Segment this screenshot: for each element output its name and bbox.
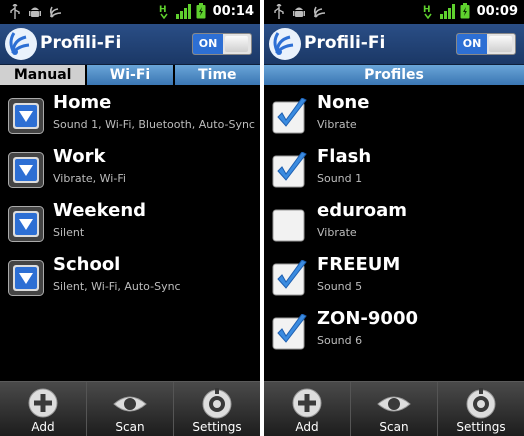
- android-icon: [28, 4, 42, 20]
- usb-icon: [272, 4, 286, 20]
- app-header: Profili-Fi ON: [264, 24, 524, 65]
- profile-subtitle: Vibrate, Wi-Fi: [53, 172, 126, 185]
- profile-subtitle: Sound 1: [317, 172, 363, 185]
- toggle-knob: [489, 36, 512, 52]
- hsdpa-icon: [158, 3, 170, 19]
- toggle-label: ON: [457, 34, 487, 54]
- settings-label: Settings: [192, 420, 242, 434]
- profile-title: FREEUM: [317, 254, 401, 275]
- profile-row-school[interactable]: School Silent, Wi-Fi, Auto-Sync: [0, 250, 260, 304]
- profile-subtitle: Silent, Wi-Fi, Auto-Sync: [53, 280, 181, 293]
- profile-list: Home Sound 1, Wi-Fi, Bluetooth, Auto-Syn…: [0, 88, 260, 304]
- profile-subtitle: Vibrate: [317, 118, 357, 131]
- wifi-profile-list: None Vibrate Flash Sound 1 eduroam Vibra…: [264, 88, 524, 358]
- settings-button[interactable]: Settings: [437, 382, 524, 436]
- tab-manual[interactable]: Manual: [0, 65, 86, 85]
- toggle-knob: [225, 36, 248, 52]
- app-title: Profili-Fi: [304, 33, 386, 53]
- checkbox-checked-icon[interactable]: [272, 260, 308, 296]
- profile-row-none[interactable]: None Vibrate: [264, 88, 524, 142]
- profile-title: eduroam: [317, 200, 408, 221]
- gear-icon: [465, 387, 497, 419]
- status-bar: 00:14: [0, 0, 260, 24]
- settings-button[interactable]: Settings: [173, 382, 260, 436]
- dropdown-icon[interactable]: [8, 206, 44, 242]
- profile-row-zon-9000[interactable]: ZON-9000 Sound 6: [264, 304, 524, 358]
- profile-title: Home: [53, 92, 112, 113]
- gear-icon: [201, 387, 233, 419]
- bottom-action-bar: Add Scan Settings: [0, 381, 260, 436]
- screen-profiles: 00:09 Profili-Fi ON Profiles None Vibrat…: [264, 0, 524, 436]
- app-logo-icon: [4, 27, 38, 61]
- toggle-label: ON: [193, 34, 223, 54]
- profile-row-flash[interactable]: Flash Sound 1: [264, 142, 524, 196]
- profile-row-freeum[interactable]: FREEUM Sound 5: [264, 250, 524, 304]
- clock: 00:09: [476, 3, 518, 19]
- profile-subtitle: Vibrate: [317, 226, 357, 239]
- profile-subtitle: Sound 6: [317, 334, 363, 347]
- clock: 00:14: [212, 3, 254, 19]
- scan-button[interactable]: Scan: [350, 382, 437, 436]
- enable-toggle[interactable]: ON: [192, 33, 252, 55]
- profile-title: Weekend: [53, 200, 147, 221]
- add-icon: [27, 387, 59, 419]
- enable-toggle[interactable]: ON: [456, 33, 516, 55]
- profile-title: Flash: [317, 146, 372, 167]
- usb-icon: [8, 4, 22, 20]
- add-button[interactable]: Add: [264, 382, 350, 436]
- checkbox-unchecked-icon[interactable]: [272, 206, 308, 242]
- add-label: Add: [295, 420, 319, 434]
- android-icon: [292, 4, 306, 20]
- scan-label: Scan: [379, 420, 409, 434]
- scan-button[interactable]: Scan: [86, 382, 173, 436]
- tab-bar: Manual Wi-Fi Time: [0, 65, 260, 85]
- profile-subtitle: Sound 1, Wi-Fi, Bluetooth, Auto-Sync: [53, 118, 255, 131]
- screen-manual: 00:14 Profili-Fi ON Manual Wi-Fi Time Ho…: [0, 0, 260, 436]
- profile-title: ZON-9000: [317, 308, 418, 329]
- app-title: Profili-Fi: [40, 33, 122, 53]
- app-notification-icon: [48, 4, 64, 20]
- tab-time[interactable]: Time: [174, 65, 260, 85]
- profile-row-home[interactable]: Home Sound 1, Wi-Fi, Bluetooth, Auto-Syn…: [0, 88, 260, 142]
- profile-row-work[interactable]: Work Vibrate, Wi-Fi: [0, 142, 260, 196]
- battery-icon: [460, 3, 470, 19]
- app-notification-icon: [312, 4, 328, 20]
- hsdpa-icon: [422, 3, 434, 19]
- tab-wifi[interactable]: Wi-Fi: [87, 65, 173, 85]
- profiles-header: Profiles: [264, 65, 524, 85]
- bottom-action-bar: Add Scan Settings: [264, 381, 524, 436]
- dropdown-icon[interactable]: [8, 98, 44, 134]
- eye-icon: [112, 390, 148, 418]
- checkbox-checked-icon[interactable]: [272, 314, 308, 350]
- dropdown-icon[interactable]: [8, 152, 44, 188]
- eye-icon: [376, 390, 412, 418]
- profile-row-eduroam[interactable]: eduroam Vibrate: [264, 196, 524, 250]
- add-button[interactable]: Add: [0, 382, 86, 436]
- status-bar: 00:09: [264, 0, 524, 24]
- checkbox-checked-icon[interactable]: [272, 98, 308, 134]
- checkbox-checked-icon[interactable]: [272, 152, 308, 188]
- add-icon: [291, 387, 323, 419]
- scan-label: Scan: [115, 420, 145, 434]
- app-logo-icon: [268, 27, 302, 61]
- signal-icon: [439, 3, 455, 19]
- profile-title: None: [317, 92, 370, 113]
- app-header: Profili-Fi ON: [0, 24, 260, 65]
- profile-row-weekend[interactable]: Weekend Silent: [0, 196, 260, 250]
- profile-subtitle: Sound 5: [317, 280, 363, 293]
- signal-icon: [175, 3, 191, 19]
- battery-icon: [196, 3, 206, 19]
- profile-subtitle: Silent: [53, 226, 85, 239]
- dropdown-icon[interactable]: [8, 260, 44, 296]
- profile-title: School: [53, 254, 121, 275]
- settings-label: Settings: [456, 420, 506, 434]
- add-label: Add: [31, 420, 55, 434]
- profile-title: Work: [53, 146, 106, 167]
